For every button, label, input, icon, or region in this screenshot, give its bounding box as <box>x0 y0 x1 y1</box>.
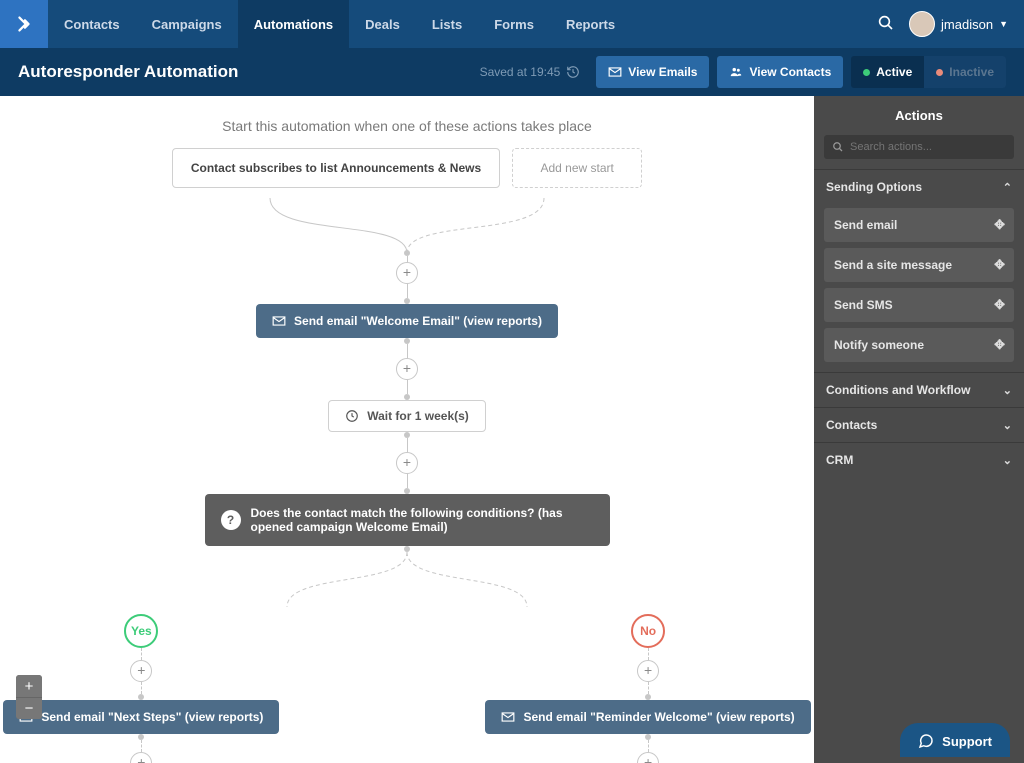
grip-icon: ✥ <box>994 297 1004 313</box>
add-step-button[interactable]: + <box>396 262 418 284</box>
action-send-email[interactable]: Send email "Reminder Welcome" (view repo… <box>485 700 810 734</box>
username: jmadison <box>941 17 993 32</box>
people-icon <box>729 65 743 79</box>
grip-icon: ✥ <box>994 257 1004 273</box>
nav-item-forms[interactable]: Forms <box>478 0 550 48</box>
nav-item-campaigns[interactable]: Campaigns <box>136 0 238 48</box>
status-toggle[interactable]: Active Inactive <box>851 56 1006 88</box>
sidebar-search[interactable] <box>824 135 1014 159</box>
chevron-up-icon: ⌃ <box>1003 181 1012 194</box>
user-menu[interactable]: jmadison ▼ <box>909 11 1008 37</box>
add-start-button[interactable]: Add new start <box>512 148 642 188</box>
add-step-button[interactable]: + <box>130 752 152 763</box>
trigger-block[interactable]: Contact subscribes to list Announcements… <box>172 148 500 188</box>
nav-item-lists[interactable]: Lists <box>416 0 478 48</box>
nav-item-reports[interactable]: Reports <box>550 0 631 48</box>
nav-item-contacts[interactable]: Contacts <box>48 0 136 48</box>
add-step-button[interactable]: + <box>396 452 418 474</box>
mail-icon <box>501 710 515 724</box>
action-item[interactable]: Send a site message✥ <box>824 248 1014 282</box>
action-item[interactable]: Send SMS✥ <box>824 288 1014 322</box>
status-inactive[interactable]: Inactive <box>924 56 1006 88</box>
chevron-down-icon: ⌄ <box>1003 384 1012 397</box>
connector-line <box>202 198 612 256</box>
add-step-button[interactable]: + <box>130 660 152 682</box>
section-crm[interactable]: CRM ⌄ <box>814 442 1024 477</box>
search-input[interactable] <box>850 141 1006 153</box>
nav-item-deals[interactable]: Deals <box>349 0 416 48</box>
avatar <box>909 11 935 37</box>
branch-yes[interactable]: Yes <box>124 614 158 648</box>
section-contacts[interactable]: Contacts ⌄ <box>814 407 1024 442</box>
question-icon: ? <box>221 510 241 530</box>
history-icon <box>566 65 580 79</box>
chevron-down-icon: ⌄ <box>1003 419 1012 432</box>
section-conditions[interactable]: Conditions and Workflow ⌄ <box>814 372 1024 407</box>
action-item[interactable]: Send email✥ <box>824 208 1014 242</box>
zoom-out-button[interactable]: − <box>16 697 42 719</box>
support-button[interactable]: Support <box>900 723 1010 757</box>
mail-icon <box>608 65 622 79</box>
action-send-email[interactable]: Send email "Welcome Email" (view reports… <box>256 304 558 338</box>
saved-status: Saved at 19:45 <box>480 65 581 79</box>
sidebar-title: Actions <box>814 96 1024 135</box>
branch-no[interactable]: No <box>631 614 665 648</box>
chevron-down-icon: ▼ <box>999 19 1008 29</box>
action-item[interactable]: Notify someone✥ <box>824 328 1014 362</box>
add-step-button[interactable]: + <box>637 752 659 763</box>
action-send-email[interactable]: Send email "Next Steps" (view reports) <box>3 700 279 734</box>
wait-block[interactable]: Wait for 1 week(s) <box>328 400 486 432</box>
zoom-in-button[interactable]: + <box>16 675 42 697</box>
section-sending[interactable]: Sending Options ⌃ <box>814 169 1024 204</box>
brand-logo[interactable] <box>0 0 48 48</box>
mail-icon <box>272 314 286 328</box>
chevron-down-icon: ⌄ <box>1003 454 1012 467</box>
clock-icon <box>345 409 359 423</box>
search-icon <box>832 141 844 153</box>
search-icon[interactable] <box>877 14 895 35</box>
add-step-button[interactable]: + <box>396 358 418 380</box>
branch-connector <box>202 552 612 610</box>
view-emails-button[interactable]: View Emails <box>596 56 709 88</box>
nav-item-automations[interactable]: Automations <box>238 0 349 48</box>
status-active[interactable]: Active <box>851 56 924 88</box>
chat-icon <box>918 733 934 749</box>
page-title: Autoresponder Automation <box>18 62 238 82</box>
condition-block[interactable]: ? Does the contact match the following c… <box>205 494 610 546</box>
grip-icon: ✥ <box>994 217 1004 233</box>
view-contacts-button[interactable]: View Contacts <box>717 56 843 88</box>
start-label: Start this automation when one of these … <box>0 118 814 134</box>
grip-icon: ✥ <box>994 337 1004 353</box>
chevron-right-icon <box>13 13 35 35</box>
zoom-control: + − <box>16 675 42 719</box>
add-step-button[interactable]: + <box>637 660 659 682</box>
